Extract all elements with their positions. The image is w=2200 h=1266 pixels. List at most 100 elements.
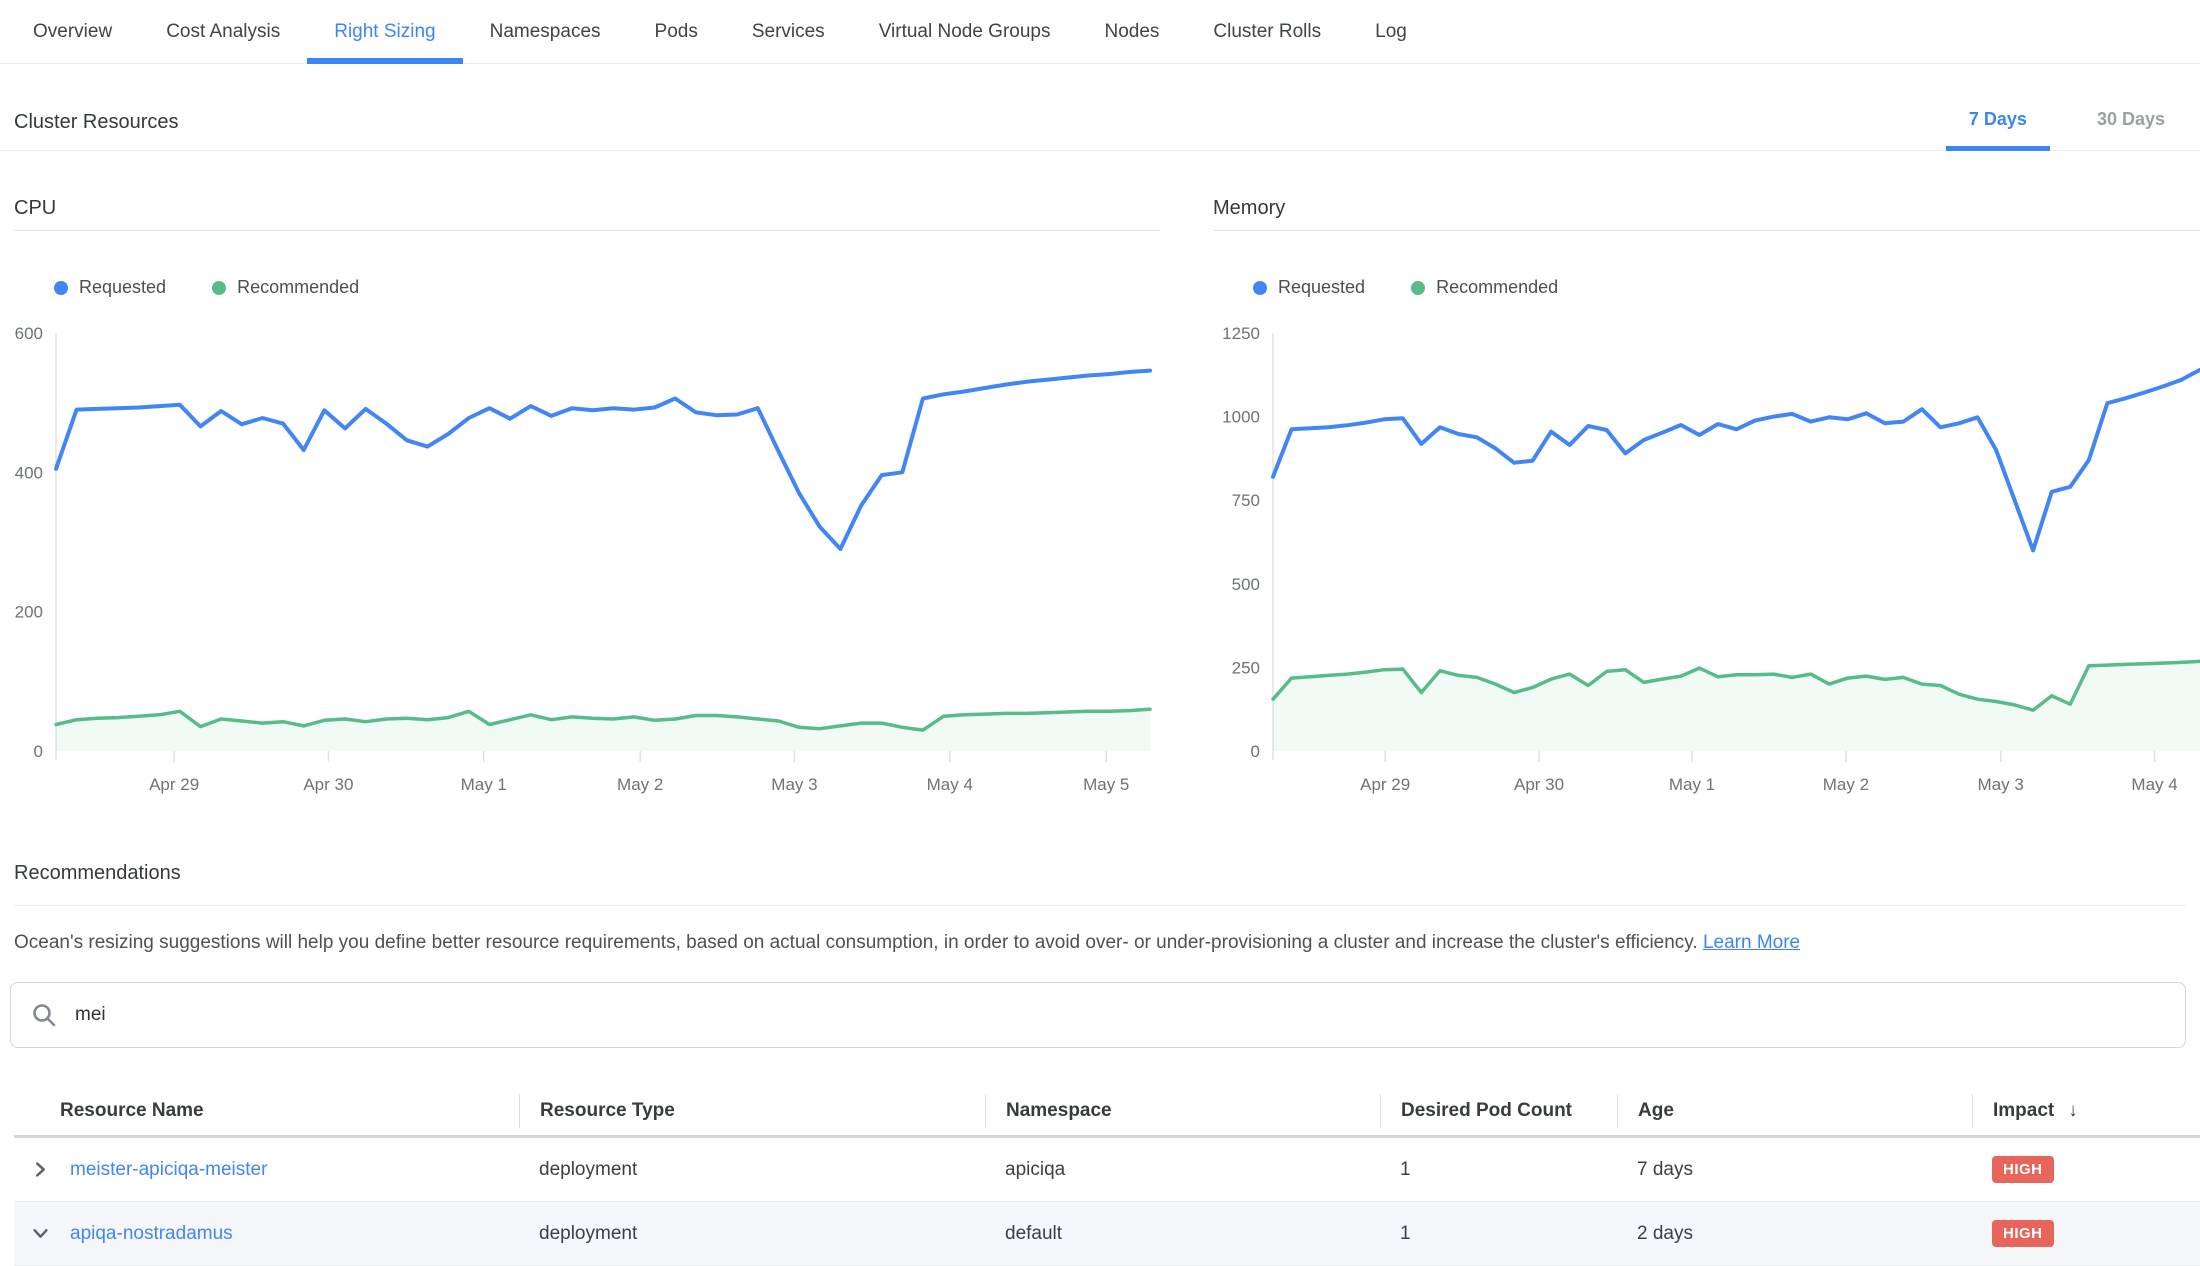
age-cell: 7 days	[1617, 1159, 1972, 1181]
tab-nodes[interactable]: Nodes	[1078, 0, 1187, 63]
cpu-chart-legend: Requested Recommended	[54, 277, 1160, 298]
svg-text:500: 500	[1232, 575, 1260, 594]
recommendations-title: Recommendations	[14, 862, 2186, 906]
period-toggle: 7 Days30 Days	[1934, 88, 2200, 150]
tab-services[interactable]: Services	[725, 0, 852, 63]
column-header-desired-pod-count[interactable]: Desired Pod Count	[1380, 1094, 1617, 1128]
resource-type-cell: deployment	[519, 1159, 985, 1181]
column-header-label: Age	[1638, 1100, 1674, 1122]
impact-cell: HIGH	[1972, 1220, 2186, 1247]
column-header-label: Impact	[1993, 1100, 2054, 1122]
top-tab-bar: OverviewCost AnalysisRight SizingNamespa…	[0, 0, 2200, 64]
recommendations-description: Ocean's resizing suggestions will help y…	[14, 930, 2186, 956]
resource-name-cell: meister-apiciqa-meister	[14, 1158, 519, 1182]
recommendations-table: Resource Name Resource Type Namespace Desir…	[14, 1086, 2200, 1266]
svg-text:0: 0	[1251, 742, 1260, 761]
table-header-row: Resource Name Resource Type Namespace Desir…	[14, 1086, 2200, 1138]
resource-type-cell: deployment	[519, 1223, 985, 1245]
svg-text:750: 750	[1232, 491, 1260, 510]
impact-badge: HIGH	[1992, 1220, 2054, 1247]
svg-text:Apr 30: Apr 30	[1514, 775, 1564, 794]
svg-text:May 4: May 4	[2131, 775, 2177, 794]
svg-text:May 1: May 1	[461, 775, 507, 794]
search-input[interactable]	[73, 1003, 2165, 1027]
svg-text:May 3: May 3	[771, 775, 817, 794]
tab-overview[interactable]: Overview	[6, 0, 139, 63]
svg-text:200: 200	[15, 603, 43, 622]
legend-label: Recommended	[1436, 277, 1558, 298]
tab-namespaces[interactable]: Namespaces	[463, 0, 628, 63]
svg-text:250: 250	[1232, 658, 1260, 677]
column-header-label: Desired Pod Count	[1401, 1100, 1572, 1122]
svg-text:May 2: May 2	[617, 775, 663, 794]
period-30-days[interactable]: 30 Days	[2062, 88, 2200, 150]
legend-dot-requested	[1253, 281, 1267, 295]
resource-name-link[interactable]: apiqa-nostradamus	[70, 1223, 233, 1245]
svg-text:Apr 29: Apr 29	[149, 775, 199, 794]
tab-cluster-rolls[interactable]: Cluster Rolls	[1186, 0, 1348, 63]
legend-label: Requested	[1278, 277, 1365, 298]
resource-name-link[interactable]: meister-apiciqa-meister	[70, 1159, 267, 1181]
column-header-resource-name[interactable]: Resource Name	[14, 1094, 519, 1128]
legend-dot-recommended	[212, 281, 226, 295]
svg-text:May 3: May 3	[1978, 775, 2024, 794]
tab-virtual-node-groups[interactable]: Virtual Node Groups	[852, 0, 1078, 63]
column-header-impact[interactable]: Impact ↓	[1972, 1094, 2186, 1128]
cluster-resources-header: Cluster Resources 7 Days30 Days	[0, 64, 2200, 151]
svg-text:0: 0	[34, 742, 43, 761]
svg-text:Apr 30: Apr 30	[303, 775, 353, 794]
svg-text:May 2: May 2	[1823, 775, 1869, 794]
legend-dot-recommended	[1411, 281, 1425, 295]
legend-label: Recommended	[237, 277, 359, 298]
legend-item-recommended: Recommended	[1411, 277, 1558, 298]
tab-right-sizing[interactable]: Right Sizing	[307, 0, 462, 63]
legend-dot-requested	[54, 281, 68, 295]
column-header-namespace[interactable]: Namespace	[985, 1094, 1380, 1128]
learn-more-link[interactable]: Learn More	[1703, 932, 1800, 953]
cpu-chart-title: CPU	[14, 197, 1160, 231]
legend-item-recommended: Recommended	[212, 277, 359, 298]
table-row[interactable]: meister-apiciqa-meisterdeploymentapiciqa…	[14, 1138, 2200, 1202]
cpu-chart-panel: CPU Requested Recommended 600 400 200 0 Apr 2…	[14, 197, 1160, 798]
svg-text:400: 400	[15, 463, 43, 482]
search-icon	[31, 1002, 57, 1028]
memory-chart-legend: Requested Recommended	[1253, 277, 2200, 298]
column-header-label: Namespace	[1006, 1100, 1112, 1122]
table-body: meister-apiciqa-meisterdeploymentapiciqa…	[14, 1138, 2200, 1266]
svg-text:May 1: May 1	[1669, 775, 1715, 794]
period-7-days[interactable]: 7 Days	[1934, 88, 2062, 150]
column-header-label: Resource Type	[540, 1100, 675, 1122]
svg-text:1000: 1000	[1222, 408, 1260, 427]
column-header-label: Resource Name	[60, 1100, 204, 1122]
legend-label: Requested	[79, 277, 166, 298]
legend-item-requested: Requested	[54, 277, 166, 298]
collapse-row-chevron-down-icon[interactable]	[28, 1222, 52, 1246]
svg-text:May 5: May 5	[1083, 775, 1129, 794]
svg-text:May 4: May 4	[927, 775, 973, 794]
column-header-resource-type[interactable]: Resource Type	[519, 1094, 985, 1128]
legend-item-requested: Requested	[1253, 277, 1365, 298]
recommendations-description-text: Ocean's resizing suggestions will help y…	[14, 932, 1698, 953]
tab-log[interactable]: Log	[1348, 0, 1434, 63]
cpu-chart: 600 400 200 0 Apr 29 Apr 30 May 1 May 2 May 3 May…	[14, 308, 1160, 798]
desired-pod-count-cell: 1	[1380, 1223, 1617, 1245]
namespace-cell: default	[985, 1223, 1380, 1245]
memory-chart-panel: Memory Requested Recommended 1250 1000 750 5…	[1213, 197, 2200, 798]
resource-name-cell: apiqa-nostradamus	[14, 1222, 519, 1246]
memory-chart: 125010007505002500Apr 29Apr 30May 1May 2…	[1213, 308, 2200, 798]
svg-text:600: 600	[15, 324, 43, 343]
expand-row-chevron-right-icon[interactable]	[28, 1158, 52, 1182]
svg-text:1250: 1250	[1222, 324, 1260, 343]
age-cell: 2 days	[1617, 1223, 1972, 1245]
impact-cell: HIGH	[1972, 1156, 2186, 1183]
memory-chart-title: Memory	[1213, 197, 2200, 231]
tab-pods[interactable]: Pods	[628, 0, 725, 63]
desired-pod-count-cell: 1	[1380, 1159, 1617, 1181]
column-header-age[interactable]: Age	[1617, 1094, 1972, 1128]
section-title: Cluster Resources	[14, 111, 179, 134]
tab-cost-analysis[interactable]: Cost Analysis	[139, 0, 307, 63]
sort-desc-icon: ↓	[2068, 1100, 2078, 1122]
table-row[interactable]: apiqa-nostradamus deploymentdefault12 day…	[14, 1202, 2200, 1266]
impact-badge: HIGH	[1992, 1156, 2054, 1183]
search-box[interactable]	[10, 982, 2186, 1048]
